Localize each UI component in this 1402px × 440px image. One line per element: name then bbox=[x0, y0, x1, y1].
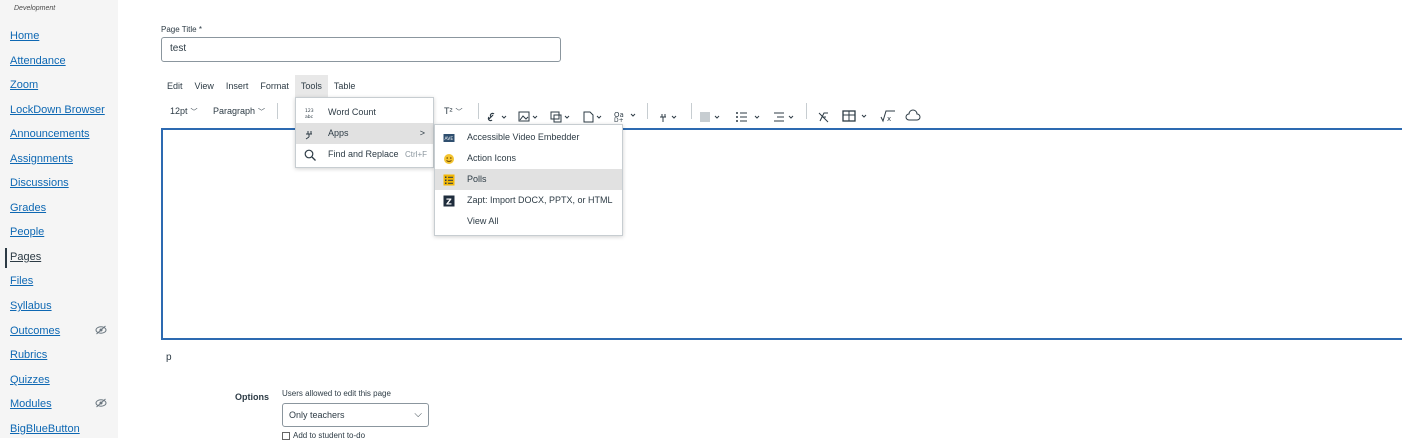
menu-format[interactable]: Format bbox=[254, 75, 295, 97]
menu-insert[interactable]: Insert bbox=[220, 75, 255, 97]
nav-attendance[interactable]: Attendance bbox=[10, 52, 66, 70]
word-count-icon: 123 abc bbox=[305, 108, 314, 119]
menu-item-zapt[interactable]: Z Zapt: Import DOCX, PPTX, or HTML bbox=[435, 190, 622, 211]
menu-item-action-icons[interactable]: Action Icons bbox=[435, 148, 622, 169]
plug-icon bbox=[305, 131, 312, 140]
shortcut-hint: Ctrl+F bbox=[405, 150, 427, 159]
toolbar-divider bbox=[478, 103, 479, 119]
indent-icon[interactable] bbox=[773, 105, 799, 129]
toolbar-divider bbox=[691, 103, 692, 119]
menu-table[interactable]: Table bbox=[328, 75, 362, 97]
nav-outcomes[interactable]: Outcomes bbox=[10, 322, 60, 340]
hidden-eye-icon bbox=[95, 325, 107, 335]
menu-item-label: Polls bbox=[467, 174, 487, 184]
superscript-label: T² bbox=[444, 106, 453, 116]
svg-text:D+: D+ bbox=[614, 117, 624, 124]
users-allowed-label: Users allowed to edit this page bbox=[282, 389, 391, 398]
menu-item-label: Action Icons bbox=[467, 153, 517, 163]
list-icon[interactable] bbox=[735, 105, 765, 129]
hidden-eye-icon bbox=[95, 398, 107, 408]
toolbar-divider bbox=[647, 103, 648, 119]
nav-assignments[interactable]: Assignments bbox=[10, 150, 73, 168]
menu-item-label: Accessible Video Embedder bbox=[467, 132, 580, 142]
nav-zoom[interactable]: Zoom bbox=[10, 76, 38, 94]
tools-menu: 123 abc Word Count Apps > Find and Repla… bbox=[295, 97, 434, 168]
menu-item-label: Zapt: Import DOCX, PPTX, or HTML bbox=[467, 195, 613, 205]
svg-text:Z: Z bbox=[446, 198, 452, 207]
chevron-down-icon: ﹀ bbox=[455, 109, 463, 116]
font-size-dropdown[interactable]: 12pt ﹀ bbox=[170, 99, 198, 123]
nav-modules[interactable]: Modules bbox=[10, 395, 52, 413]
nav-people[interactable]: People bbox=[10, 223, 44, 241]
chevron-right-icon: > bbox=[419, 128, 425, 138]
options-label: Options bbox=[235, 392, 269, 402]
polls-icon bbox=[443, 174, 455, 186]
menu-item-label: View All bbox=[467, 216, 499, 226]
align-icon[interactable] bbox=[699, 105, 725, 129]
menu-item-view-all[interactable]: View All bbox=[435, 211, 622, 232]
search-icon bbox=[304, 149, 316, 161]
chevron-down-icon: ﹀ bbox=[258, 109, 266, 116]
menu-item-polls[interactable]: Polls bbox=[435, 169, 622, 190]
nav-home[interactable]: Home bbox=[10, 27, 39, 45]
editor-status-path: p bbox=[166, 352, 172, 363]
zapt-icon: Z bbox=[443, 195, 455, 207]
nav-discussions[interactable]: Discussions bbox=[10, 174, 69, 192]
menu-tools[interactable]: Tools bbox=[294, 75, 328, 97]
svg-text:123: 123 bbox=[305, 108, 314, 114]
superscript-button[interactable]: T² ﹀ bbox=[444, 99, 463, 123]
nav-rubrics[interactable]: Rubrics bbox=[10, 346, 47, 364]
menu-item-word-count[interactable]: 123 abc Word Count bbox=[296, 102, 433, 123]
editing-roles-select[interactable]: Only teachers ⌵ bbox=[282, 403, 429, 427]
todo-label: Add to student to-do bbox=[293, 431, 366, 440]
nav-syllabus[interactable]: Syllabus bbox=[10, 297, 52, 315]
nav-announcements[interactable]: Announcements bbox=[10, 125, 90, 143]
editor-menubar: Edit View Insert Format Tools Table bbox=[161, 75, 361, 97]
chevron-down-icon: ﹀ bbox=[190, 109, 198, 116]
block-format-dropdown[interactable]: Paragraph ﹀ bbox=[213, 99, 265, 123]
active-item-indicator bbox=[5, 248, 7, 268]
svg-text:abc: abc bbox=[305, 114, 314, 119]
todo-checkbox-row[interactable]: Add to student to-do bbox=[282, 431, 365, 440]
apps-plug-icon[interactable] bbox=[657, 105, 679, 129]
block-format-value: Paragraph bbox=[213, 106, 256, 116]
menu-item-find-replace[interactable]: Find and Replace Ctrl+F bbox=[296, 144, 433, 165]
nav-quizzes[interactable]: Quizzes bbox=[10, 371, 50, 389]
action-icons-icon bbox=[444, 154, 454, 164]
environment-label: Development bbox=[14, 5, 56, 12]
chevron-down-icon: ⌵ bbox=[414, 409, 422, 420]
apps-submenu: AVE Accessible Video Embedder Action Ico… bbox=[434, 124, 623, 236]
nav-lockdown-browser[interactable]: LockDown Browser bbox=[10, 101, 105, 119]
menu-item-label: Apps bbox=[328, 128, 349, 138]
nav-bigbluebutton[interactable]: BigBlueButton bbox=[10, 420, 80, 438]
clear-formatting-icon[interactable] bbox=[817, 105, 831, 129]
todo-checkbox[interactable] bbox=[282, 431, 290, 440]
course-nav-sidebar: Development Home Attendance Zoom LockDow… bbox=[0, 0, 118, 438]
menu-item-label: Find and Replace bbox=[328, 149, 399, 159]
page-title-label-text: Page Title bbox=[161, 25, 197, 34]
editing-roles-value: Only teachers bbox=[289, 410, 345, 420]
nav-files[interactable]: Files bbox=[10, 272, 33, 290]
menu-item-accessible-video-embedder[interactable]: AVE Accessible Video Embedder bbox=[435, 127, 622, 148]
page-title-label: Page Title * bbox=[161, 25, 202, 34]
page-title-input[interactable]: test bbox=[161, 37, 561, 62]
svg-text:x: x bbox=[887, 115, 891, 123]
toolbar-divider bbox=[277, 103, 278, 119]
table-icon[interactable] bbox=[842, 104, 872, 128]
font-size-value: 12pt bbox=[170, 106, 188, 116]
menu-item-label: Word Count bbox=[328, 107, 376, 117]
math-equation-icon[interactable]: x bbox=[880, 104, 896, 128]
nav-pages[interactable]: Pages bbox=[10, 248, 41, 266]
toolbar-divider bbox=[806, 103, 807, 119]
nav-grades[interactable]: Grades bbox=[10, 199, 46, 217]
cloud-upload-icon[interactable] bbox=[905, 104, 921, 128]
menu-edit[interactable]: Edit bbox=[161, 75, 189, 97]
menu-view[interactable]: View bbox=[189, 75, 220, 97]
required-mark: * bbox=[198, 25, 202, 34]
svg-text:AVE: AVE bbox=[445, 136, 454, 142]
menu-item-apps[interactable]: Apps > bbox=[296, 123, 433, 144]
video-embedder-icon: AVE bbox=[443, 134, 455, 142]
